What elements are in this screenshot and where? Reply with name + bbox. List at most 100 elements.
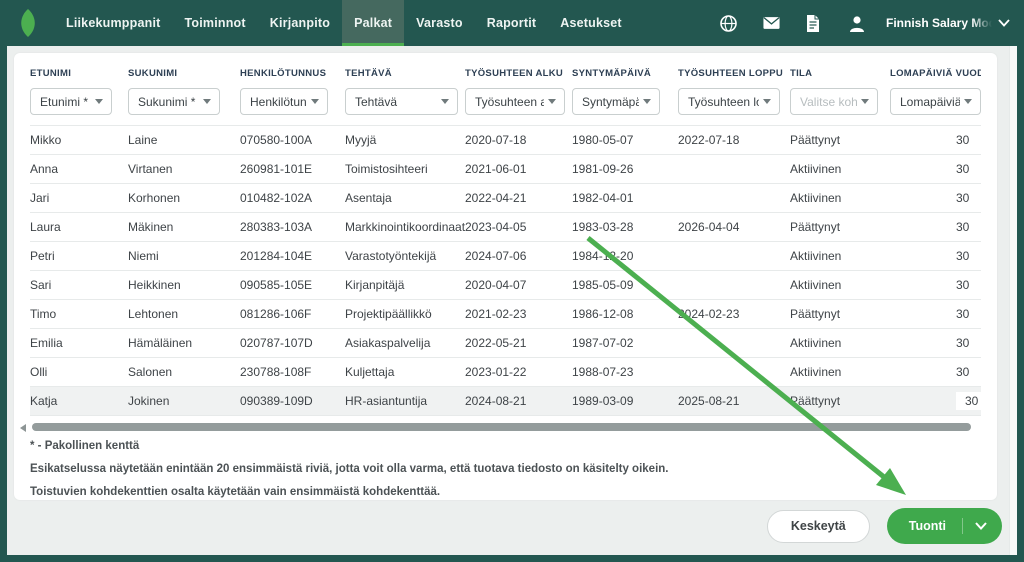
table-cell: 230788-108F [240,358,345,387]
page-vertical-scrollbar[interactable] [1009,46,1017,555]
nav-item-kirjanpito[interactable]: Kirjanpito [258,0,342,46]
filter-select[interactable]: Syntymäpäivä [572,88,660,115]
table-cell: 1983-03-28 [572,213,678,242]
table-cell: Anna [30,155,128,184]
table-cell [678,329,790,358]
column-header: SYNTYMÄPÄIVÄ [572,66,678,88]
table-cell: 280383-103A [240,213,345,242]
table-row[interactable]: EmiliaHämäläinen020787-107DAsiakaspalvel… [30,329,981,358]
horizontal-scrollbar-thumb[interactable] [32,423,971,431]
table-cell: 070580-100A [240,126,345,155]
table-cell: Päättynyt [790,126,890,155]
scroll-left-arrow-icon[interactable] [20,424,26,432]
table-cell: 090389-109D [240,387,345,416]
chevron-down-icon [975,522,987,530]
import-button[interactable]: Tuonti [887,508,1002,544]
filter-select[interactable]: Valitse kohdeken [790,88,878,115]
table-cell: Päättynyt [790,213,890,242]
filter-select[interactable]: Etunimi * [30,88,112,115]
table-cell: Varastotyöntekijä [345,242,465,271]
chevron-down-icon [643,99,651,104]
filter-select-value: Sukunimi * [138,95,199,109]
nav-item-liikekumppanit[interactable]: Liikekumppanit [54,0,172,46]
filter-select[interactable]: Työsuhteen loppu [678,88,780,115]
table-cell: Toimistosihteeri [345,155,465,184]
table-cell: Timo [30,300,128,329]
table-cell [678,358,790,387]
table-cell: Aktiivinen [790,271,890,300]
filter-select[interactable]: Lomapäiviä vuodessa [890,88,981,115]
table-cell: Korhonen [128,184,240,213]
table-row[interactable]: MikkoLaine070580-100AMyyjä2020-07-181980… [30,126,981,155]
nav-item-palkat[interactable]: Palkat [342,0,404,46]
table-cell: 30 [890,358,981,387]
table-cell: Kirjanpitäjä [345,271,465,300]
table-cell: 2022-05-21 [465,329,572,358]
table-row[interactable]: OlliSalonen230788-108FKuljettaja2023-01-… [30,358,981,387]
account-menu[interactable]: Finnish Salary Modul [886,14,1010,32]
footer-notes: * - Pakollinen kenttäEsikatselussa näyte… [30,440,981,498]
action-buttons: Keskeytä Tuonti [767,508,1002,544]
app-logo[interactable] [0,0,54,46]
table-cell: Heikkinen [128,271,240,300]
table-cell: Laine [128,126,240,155]
table-cell: 1980-05-07 [572,126,678,155]
table-cell: Mäkinen [128,213,240,242]
globe-icon[interactable] [720,15,737,32]
table-cell: Asentaja [345,184,465,213]
table-cell: 1987-07-02 [572,329,678,358]
cancel-button[interactable]: Keskeytä [767,510,870,543]
table-cell: Hämäläinen [128,329,240,358]
table-row[interactable]: KatjaJokinen090389-109DHR-asiantuntija20… [30,387,981,416]
filter-select[interactable]: Sukunimi * [128,88,220,115]
chevron-down-icon [998,19,1010,27]
table-cell: 090585-105E [240,271,345,300]
table-cell: Aktiivinen [790,242,890,271]
table-cell: Jokinen [128,387,240,416]
nav-item-toiminnot[interactable]: Toiminnot [172,0,257,46]
nav-item-varasto[interactable]: Varasto [404,0,475,46]
filter-select-value: Etunimi * [40,95,91,109]
table-cell: 30 [890,242,981,271]
table-row[interactable]: LauraMäkinen280383-103AMarkkinointikoord… [30,213,981,242]
user-icon[interactable] [849,15,866,32]
table-cell: 2021-02-23 [465,300,572,329]
column-header: LOMAPÄIVIÄ VUODESSA [890,66,981,88]
filter-select-value: Henkilötunnus [250,95,307,109]
chevron-down-icon [548,99,556,104]
nav-item-raportit[interactable]: Raportit [475,0,549,46]
chevron-down-icon [311,99,319,104]
table-cell: 30 [890,271,981,300]
filter-select[interactable]: Henkilötunnus [240,88,328,115]
table-row[interactable]: TimoLehtonen081286-106FProjektipäällikkö… [30,300,981,329]
account-name-fade [972,14,992,32]
chevron-down-icon [964,99,972,104]
table-cell: 30 [890,126,981,155]
import-button-divider [962,518,963,534]
column-header: HENKILÖTUNNUS [240,66,345,88]
page-background: ETUNIMISUKUNIMIHENKILÖTUNNUSTEHTÄVÄTYÖSU… [7,46,1017,555]
table-row[interactable]: SariHeikkinen090585-105EKirjanpitäjä2020… [30,271,981,300]
nav-item-asetukset[interactable]: Asetukset [548,0,634,46]
table-cell: 30 [890,213,981,242]
table-cell: 2026-04-04 [678,213,790,242]
document-icon[interactable] [806,15,823,32]
table-cell: 1981-09-26 [572,155,678,184]
column-header: TYÖSUHTEEN LOPPU [678,66,790,88]
filter-select[interactable]: Tehtävä [345,88,458,115]
mail-icon[interactable] [763,15,780,32]
table-cell: Virtanen [128,155,240,184]
footer-note: Esikatselussa näytetään enintään 20 ensi… [30,463,981,475]
table-row[interactable]: AnnaVirtanen260981-101EToimistosihteeri2… [30,155,981,184]
table-cell: Olli [30,358,128,387]
table-cell: Asiakaspalvelija [345,329,465,358]
table-row[interactable]: PetriNiemi201284-104EVarastotyöntekijä20… [30,242,981,271]
column-header: SUKUNIMI [128,66,240,88]
table-row[interactable]: JariKorhonen010482-102AAsentaja2022-04-2… [30,184,981,213]
table-cell: 2023-01-22 [465,358,572,387]
column-header: ETUNIMI [30,66,128,88]
table-cell: 260981-101E [240,155,345,184]
chevron-down-icon [203,99,211,104]
leaf-logo-icon [18,9,38,37]
filter-select[interactable]: Työsuhteen alku * [465,88,565,115]
